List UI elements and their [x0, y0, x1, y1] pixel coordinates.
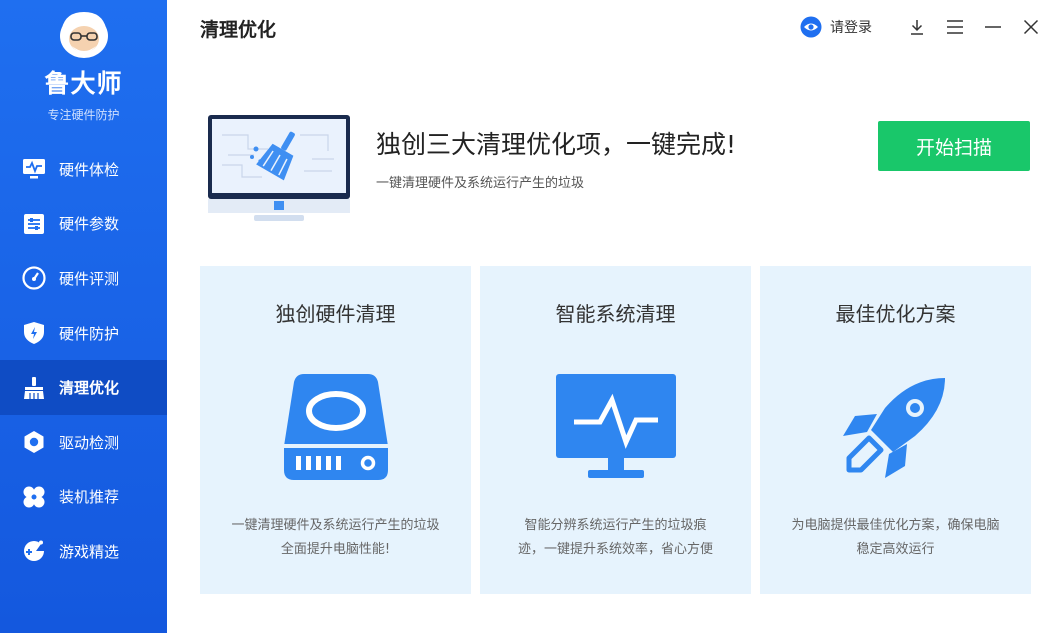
rocket-icon [841, 374, 951, 480]
sidebar-item-label: 游戏精选 [59, 541, 119, 562]
logo-block: 鲁大师 专注硬件防护 [0, 6, 167, 123]
sidebar-item-label: 硬件防护 [59, 323, 119, 344]
hamburger-menu-icon [946, 19, 964, 35]
gamepad-icon [21, 538, 47, 564]
feature-card-optimize-plan: 最佳优化方案 为电脑提供最佳优化方案，确保电脑 稳定高效运行 [760, 266, 1031, 594]
sidebar-item-label: 硬件体检 [59, 159, 119, 180]
close-icon [1023, 19, 1039, 35]
card-title: 独创硬件清理 [200, 298, 471, 327]
card-title: 智能系统清理 [480, 298, 751, 327]
sidebar-item-label: 硬件评测 [59, 268, 119, 289]
card-icon-wrap [760, 374, 1031, 480]
sidebar: 鲁大师 专注硬件防护 硬件体检 硬件参数 硬件评测 [0, 0, 167, 633]
sidebar-item-label: 硬件参数 [59, 213, 119, 234]
broom-icon [21, 375, 47, 401]
sidebar-item-hardware-params[interactable]: 硬件参数 [0, 197, 167, 252]
monitor-pulse-icon [556, 374, 676, 480]
sidebar-item-label: 驱动检测 [59, 432, 119, 453]
hero-subtitle: 一键清理硬件及系统运行产生的垃圾 [376, 172, 584, 191]
gear-icon [21, 429, 47, 455]
page-title: 清理优化 [200, 15, 276, 42]
login-button[interactable]: 请登录 [800, 16, 872, 38]
sliders-icon [21, 211, 47, 237]
sidebar-item-label: 装机推荐 [59, 486, 119, 507]
hero-headline: 独创三大清理优化项，一键完成! [376, 125, 736, 161]
sidebar-item-hardware-benchmark[interactable]: 硬件评测 [0, 251, 167, 306]
monitor-broom-illustration-icon [208, 115, 350, 227]
feature-card-system-clean: 智能系统清理 智能分辨系统运行产生的垃圾痕 迹，一键提升系统效率，省心方便 [480, 266, 751, 594]
puzzle-icon [21, 484, 47, 510]
user-avatar-icon [800, 16, 822, 38]
card-desc-line: 智能分辨系统运行产生的垃圾痕 [496, 514, 735, 538]
sidebar-item-hardware-protect[interactable]: 硬件防护 [0, 306, 167, 361]
sidebar-item-hardware-check[interactable]: 硬件体检 [0, 142, 167, 197]
card-icon-wrap [200, 374, 471, 480]
card-desc-line: 全面提升电脑性能! [216, 538, 455, 562]
download-button[interactable] [906, 16, 928, 38]
feature-card-hardware-clean: 独创硬件清理 一键清理硬件及系统运行产生的垃圾 全面提升电脑性能! [200, 266, 471, 594]
app-window: 鲁大师 专注硬件防护 硬件体检 硬件参数 硬件评测 [0, 0, 1060, 633]
speedometer-icon [21, 265, 47, 291]
hard-drive-icon [284, 374, 388, 480]
sidebar-item-games[interactable]: 游戏精选 [0, 524, 167, 579]
card-desc-line: 一键清理硬件及系统运行产生的垃圾 [216, 514, 455, 538]
minimize-button[interactable] [982, 16, 1004, 38]
download-icon [909, 19, 925, 35]
brand-slogan: 专注硬件防护 [0, 106, 167, 123]
card-title: 最佳优化方案 [760, 298, 1031, 327]
card-desc-line: 稳定高效运行 [776, 538, 1015, 562]
login-label: 请登录 [830, 17, 872, 37]
sidebar-item-driver-check[interactable]: 驱动检测 [0, 415, 167, 470]
title-bar-controls: 请登录 [800, 14, 1042, 40]
start-scan-button[interactable]: 开始扫描 [878, 121, 1030, 171]
card-description: 智能分辨系统运行产生的垃圾痕 迹，一键提升系统效率，省心方便 [496, 514, 735, 562]
sidebar-item-cleanup[interactable]: 清理优化 [0, 360, 167, 415]
mascot-logo-icon [52, 6, 116, 62]
brand-name: 鲁大师 [0, 64, 167, 100]
card-desc-line: 迹，一键提升系统效率，省心方便 [496, 538, 735, 562]
card-desc-line: 为电脑提供最佳优化方案，确保电脑 [776, 514, 1015, 538]
close-button[interactable] [1020, 16, 1042, 38]
sidebar-item-label: 清理优化 [59, 377, 119, 398]
sidebar-item-build-recommend[interactable]: 装机推荐 [0, 470, 167, 525]
card-description: 为电脑提供最佳优化方案，确保电脑 稳定高效运行 [776, 514, 1015, 562]
menu-button[interactable] [944, 16, 966, 38]
card-icon-wrap [480, 374, 751, 480]
card-description: 一键清理硬件及系统运行产生的垃圾 全面提升电脑性能! [216, 514, 455, 562]
sidebar-nav: 硬件体检 硬件参数 硬件评测 硬件防护 [0, 142, 167, 579]
monitor-check-icon [21, 156, 47, 182]
minimize-icon [984, 19, 1002, 35]
shield-icon [21, 320, 47, 346]
